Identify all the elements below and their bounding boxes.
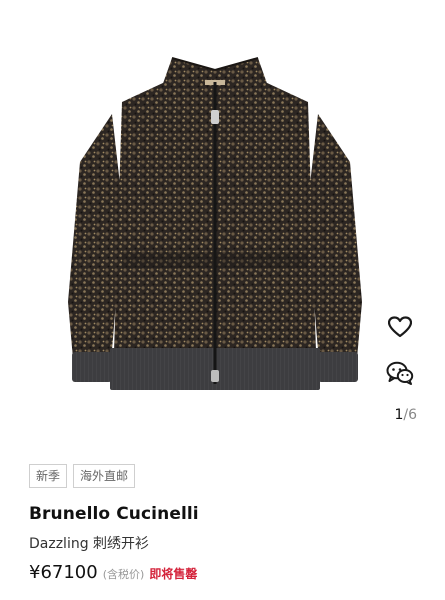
pager-total: 6 <box>408 407 417 423</box>
tag-overseas-direct: 海外直邮 <box>73 464 136 488</box>
favorite-button[interactable] <box>385 312 415 342</box>
tax-note: (含税价) <box>102 568 145 581</box>
product-tags: 新季 海外直邮 <box>29 464 136 488</box>
product-gallery[interactable] <box>0 0 445 448</box>
wechat-share-button[interactable] <box>385 358 415 388</box>
product-title: Dazzling 刺绣开衫 <box>29 536 150 552</box>
price-row: ¥67100 (含税价) 即将售罄 <box>29 562 197 583</box>
stock-status-badge: 即将售罄 <box>149 567 198 581</box>
price: ¥67100 <box>29 562 98 583</box>
brand-name[interactable]: Brunello Cucinelli <box>29 504 199 524</box>
wechat-icon <box>386 361 414 385</box>
image-pager: 1/6 <box>394 407 417 423</box>
heart-icon <box>388 316 412 338</box>
tag-new-season: 新季 <box>29 464 68 488</box>
product-image[interactable] <box>60 52 370 394</box>
